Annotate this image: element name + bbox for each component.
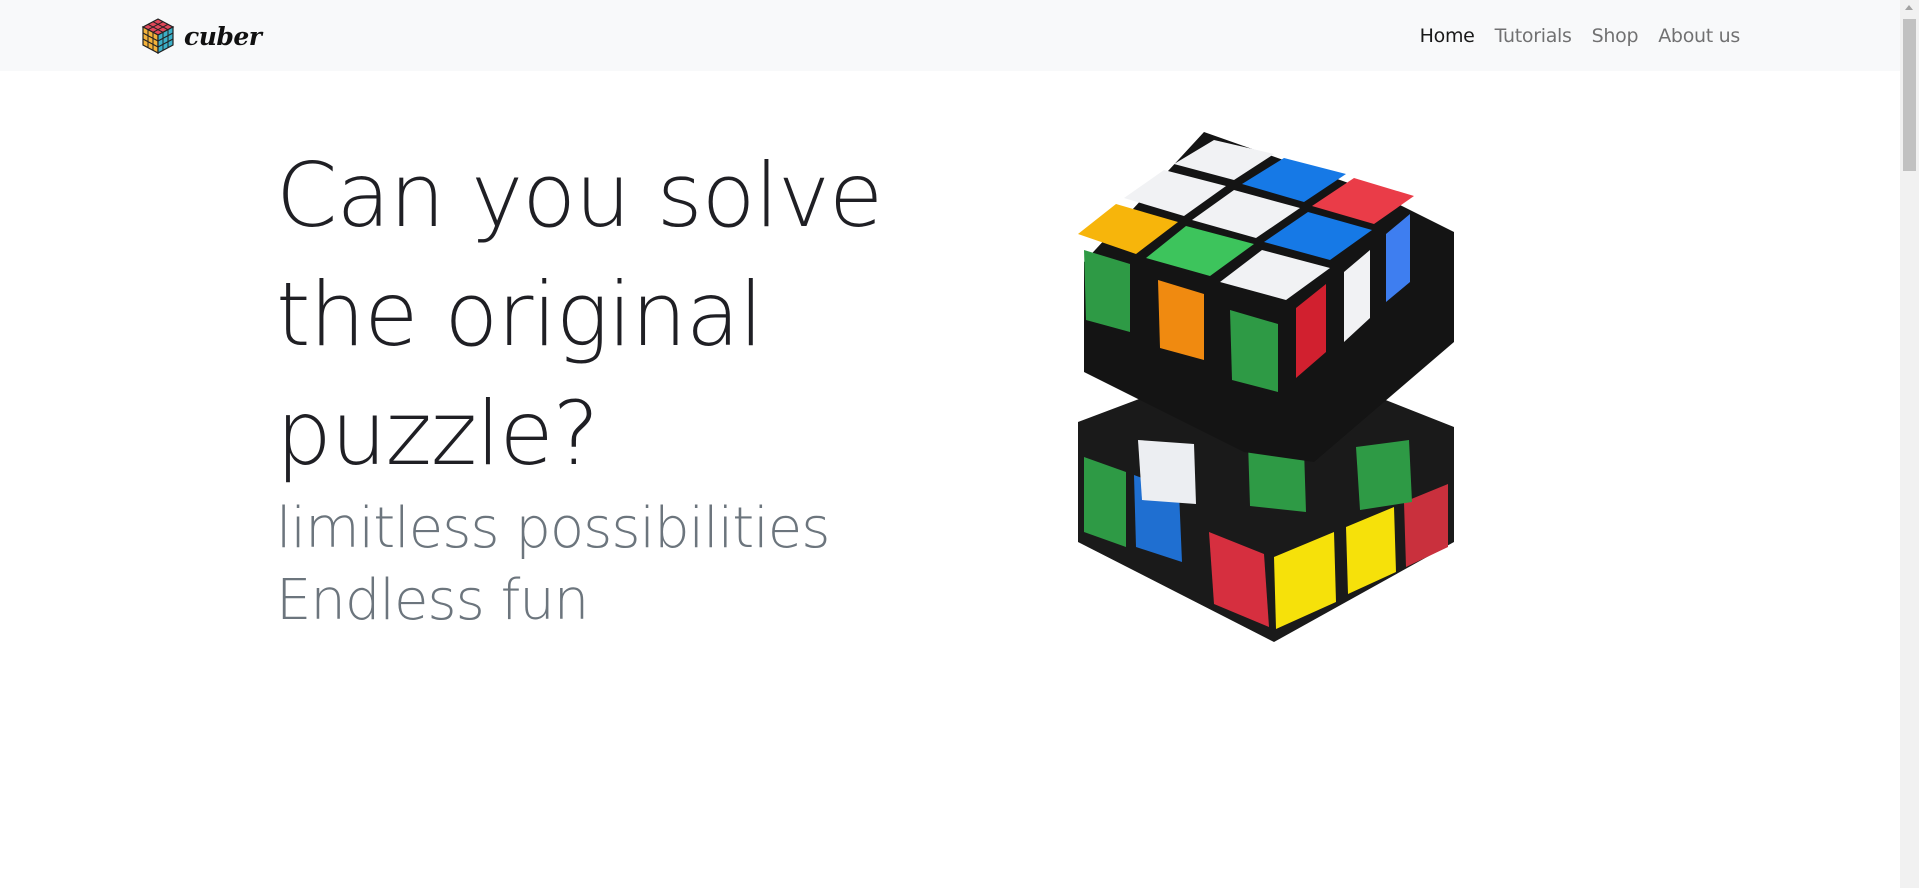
- brand-name: cuber: [184, 21, 262, 51]
- hero-subtitle-line: Endless fun: [276, 568, 589, 633]
- hero-subtitle: limitless possibilities Endless fun: [276, 493, 916, 637]
- main-nav: Home Tutorials Shop About us: [1410, 0, 1750, 71]
- nav-shop[interactable]: Shop: [1582, 25, 1649, 47]
- nav-home[interactable]: Home: [1410, 25, 1485, 47]
- nav-about-us[interactable]: About us: [1648, 25, 1750, 47]
- vertical-scrollbar[interactable]: [1900, 0, 1919, 888]
- hero-title-line: Can you solve: [276, 144, 883, 247]
- page: cuber Home Tutorials Shop About us Can y…: [0, 0, 1919, 888]
- nav-tutorials[interactable]: Tutorials: [1485, 25, 1582, 47]
- hero-title-line: puzzle?: [276, 382, 599, 485]
- scrollbar-thumb[interactable]: [1903, 19, 1916, 171]
- rubiks-cube-logo-icon: [141, 18, 175, 54]
- brand-link[interactable]: cuber: [140, 17, 262, 55]
- scroll-up-icon[interactable]: [1905, 5, 1913, 10]
- hero-title-line: the original: [276, 263, 763, 366]
- rubiks-cube-image: [1078, 132, 1454, 642]
- hero-text: Can you solve the original puzzle? limit…: [276, 136, 916, 637]
- hero-title: Can you solve the original puzzle?: [276, 136, 916, 493]
- hero-subtitle-line: limitless possibilities: [276, 496, 830, 561]
- navbar: cuber Home Tutorials Shop About us: [0, 0, 1900, 71]
